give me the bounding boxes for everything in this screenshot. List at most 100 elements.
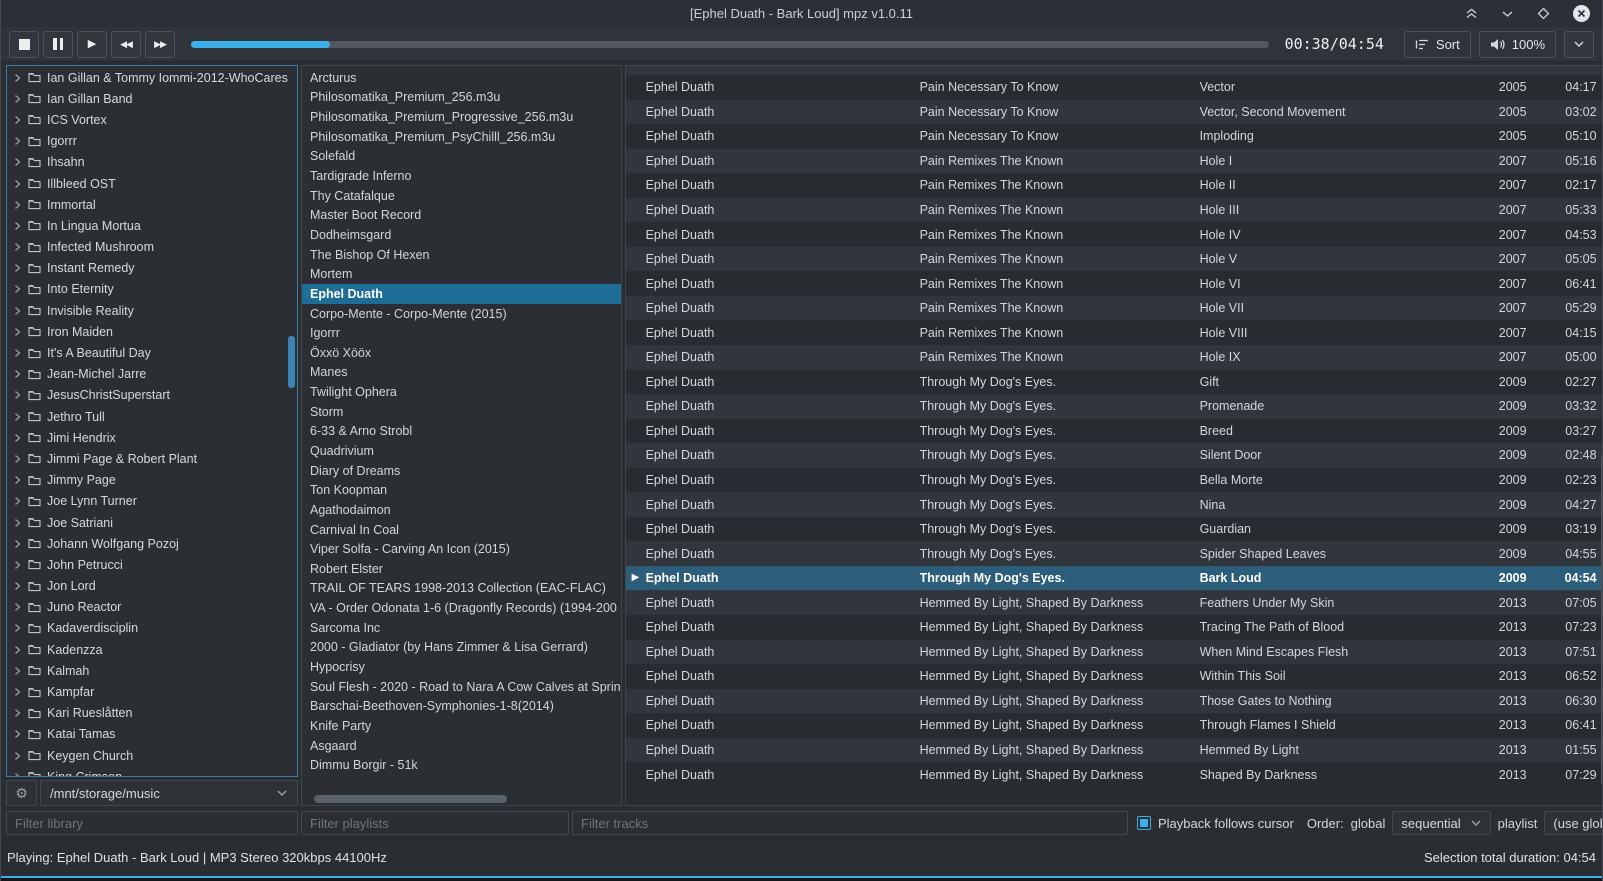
playlist-item[interactable]: Dodheimsgard [302, 225, 621, 245]
expand-arrow-icon[interactable] [14, 136, 22, 146]
playlist-item[interactable]: VA - Order Odonata 1-6 (Dragonfly Record… [302, 598, 621, 618]
playlist-item[interactable]: The Bishop Of Hexen [302, 245, 621, 265]
playlist-item[interactable]: Solefald [302, 147, 621, 167]
previous-button[interactable]: ◀◀ [111, 31, 141, 58]
library-item[interactable]: Keygen Church [7, 745, 297, 766]
track-row[interactable]: Ephel DuathHemmed By Light, Shaped By Da… [626, 664, 1603, 689]
track-row[interactable]: Ephel DuathPain Remixes The KnownHole I2… [626, 149, 1603, 174]
expand-arrow-icon[interactable] [14, 284, 22, 294]
library-item[interactable]: Ian Gillan & Tommy Iommi-2012-WhoCares [7, 67, 297, 88]
playlist-item-selected[interactable]: Ephel Duath [302, 284, 621, 304]
library-item[interactable]: Kadaverdisciplin [7, 618, 297, 639]
playlist-item[interactable]: Philosomatika_Premium_PsyChilll_256.m3u [302, 127, 621, 147]
order-playlist-select[interactable]: (use global) [1544, 811, 1603, 835]
library-item[interactable]: Jimmi Page & Robert Plant [7, 448, 297, 469]
playlist-hscrollbar-thumb[interactable] [314, 795, 507, 803]
expand-arrow-icon[interactable] [14, 433, 22, 443]
playlist-item[interactable]: Diary of Dreams [302, 461, 621, 481]
expand-arrow-icon[interactable] [14, 708, 22, 718]
playlist-item[interactable]: Corpo-Mente - Corpo-Mente (2015) [302, 304, 621, 324]
playlist-item[interactable]: Barschai-Beethoven-Symphonies-1-8(2014) [302, 697, 621, 717]
pause-button[interactable] [43, 31, 73, 58]
sort-button[interactable]: Sort [1404, 31, 1471, 58]
playlist-item[interactable]: Hypocrisy [302, 657, 621, 677]
track-row[interactable]: Ephel DuathThrough My Dog's Eyes.Nina200… [626, 492, 1603, 517]
filter-playlists-input[interactable] [301, 811, 569, 835]
playlist-item[interactable]: Öxxö Xööx [302, 343, 621, 363]
expand-arrow-icon[interactable] [14, 560, 22, 570]
playlist-item[interactable]: Philosomatika_Premium_Progressive_256.m3… [302, 107, 621, 127]
playlist-item[interactable]: Thy Catafalque [302, 186, 621, 206]
filter-library-input[interactable] [6, 811, 298, 835]
library-path-select[interactable]: /mnt/storage/music [40, 780, 298, 806]
expand-arrow-icon[interactable] [14, 475, 22, 485]
library-item[interactable]: John Petrucci [7, 554, 297, 575]
track-row[interactable]: Ephel DuathHemmed By Light, Shaped By Da… [626, 689, 1603, 714]
library-item[interactable]: Into Eternity [7, 279, 297, 300]
library-item[interactable]: Jon Lord [7, 576, 297, 597]
expand-arrow-icon[interactable] [14, 496, 22, 506]
track-row[interactable]: Ephel DuathPain Remixes The KnownHole VI… [626, 320, 1603, 345]
track-row[interactable]: Ephel DuathThrough My Dog's Eyes.Guardia… [626, 517, 1603, 542]
library-item[interactable]: Infected Mushroom [7, 237, 297, 258]
expand-arrow-icon[interactable] [14, 327, 22, 337]
library-item[interactable]: Juno Reactor [7, 597, 297, 618]
library-item[interactable]: It's A Beautiful Day [7, 342, 297, 363]
library-item[interactable]: JesusChristSuperstart [7, 385, 297, 406]
track-row[interactable]: Ephel DuathHemmed By Light, Shaped By Da… [626, 590, 1603, 615]
playlist-item[interactable]: Knife Party [302, 716, 621, 736]
seek-bar[interactable] [191, 41, 1269, 48]
track-row[interactable]: Ephel DuathThrough My Dog's Eyes.Gift200… [626, 370, 1603, 395]
playlist-item[interactable]: Manes [302, 363, 621, 383]
track-row[interactable]: Ephel DuathPain Remixes The KnownHole IX… [626, 345, 1603, 370]
library-item[interactable]: Kari Rueslåtten [7, 703, 297, 724]
playlist-item[interactable]: 6-33 & Arno Strobl [302, 422, 621, 442]
order-global-select[interactable]: sequential [1392, 811, 1490, 835]
library-item[interactable]: Kampfar [7, 681, 297, 702]
expand-arrow-icon[interactable] [14, 94, 22, 104]
expand-arrow-icon[interactable] [14, 623, 22, 633]
library-item[interactable]: Joe Satriani [7, 512, 297, 533]
playlist-item[interactable]: Arcturus [302, 68, 621, 88]
track-row[interactable]: Ephel DuathHemmed By Light, Shaped By Da… [626, 738, 1603, 763]
track-row[interactable]: Ephel DuathPain Remixes The KnownHole V2… [626, 247, 1603, 272]
library-item[interactable]: Joe Lynn Turner [7, 491, 297, 512]
expand-arrow-icon[interactable] [14, 242, 22, 252]
expand-arrow-icon[interactable] [14, 518, 22, 528]
playlist-item[interactable]: Twilight Ophera [302, 382, 621, 402]
expand-arrow-icon[interactable] [14, 751, 22, 761]
expand-arrow-icon[interactable] [14, 581, 22, 591]
expand-arrow-icon[interactable] [14, 687, 22, 697]
expand-arrow-icon[interactable] [14, 602, 22, 612]
track-row[interactable]: Ephel DuathThrough My Dog's Eyes.Promena… [626, 394, 1603, 419]
track-row[interactable]: Ephel DuathThrough My Dog's Eyes.Bella M… [626, 468, 1603, 493]
track-row[interactable]: Ephel DuathPain Remixes The KnownHole VI… [626, 271, 1603, 296]
track-row[interactable]: Ephel DuathPain Remixes The KnownHole IV… [626, 222, 1603, 247]
library-item[interactable]: Johann Wolfgang Pozoj [7, 533, 297, 554]
library-item[interactable]: Kadenzza [7, 639, 297, 660]
track-row[interactable]: Ephel DuathPain Remixes The KnownHole II… [626, 198, 1603, 223]
volume-button[interactable]: 100% [1479, 31, 1556, 58]
library-item[interactable]: Jean-Michel Jarre [7, 364, 297, 385]
shade-icon[interactable] [1465, 8, 1478, 19]
playlist-item[interactable]: Tardigrade Inferno [302, 166, 621, 186]
library-item[interactable]: Katai Tamas [7, 724, 297, 745]
library-item[interactable]: Invisible Reality [7, 300, 297, 321]
track-row[interactable]: Ephel DuathThrough My Dog's Eyes.Spider … [626, 541, 1603, 566]
playlist-item[interactable]: Igorrr [302, 323, 621, 343]
track-row[interactable]: Ephel DuathThrough My Dog's Eyes.Breed20… [626, 419, 1603, 444]
track-row[interactable]: Ephel DuathPain Necessary To KnowVector,… [626, 100, 1603, 125]
expand-arrow-icon[interactable] [14, 666, 22, 676]
expand-arrow-icon[interactable] [14, 539, 22, 549]
library-item[interactable]: Kalmah [7, 660, 297, 681]
expand-arrow-icon[interactable] [14, 729, 22, 739]
library-item[interactable]: Jethro Tull [7, 406, 297, 427]
track-row[interactable]: Ephel DuathPain Necessary To KnowVector2… [626, 75, 1603, 100]
play-button[interactable]: ▶ [77, 31, 107, 58]
library-item[interactable]: Jimmy Page [7, 470, 297, 491]
track-row[interactable]: Ephel DuathHemmed By Light, Shaped By Da… [626, 762, 1603, 787]
track-row-playing[interactable]: ▶Ephel DuathThrough My Dog's Eyes.Bark L… [626, 566, 1603, 591]
expand-arrow-icon[interactable] [14, 412, 22, 422]
library-item[interactable]: ICS Vortex [7, 109, 297, 130]
playlist-item[interactable]: Sarcoma Inc [302, 618, 621, 638]
